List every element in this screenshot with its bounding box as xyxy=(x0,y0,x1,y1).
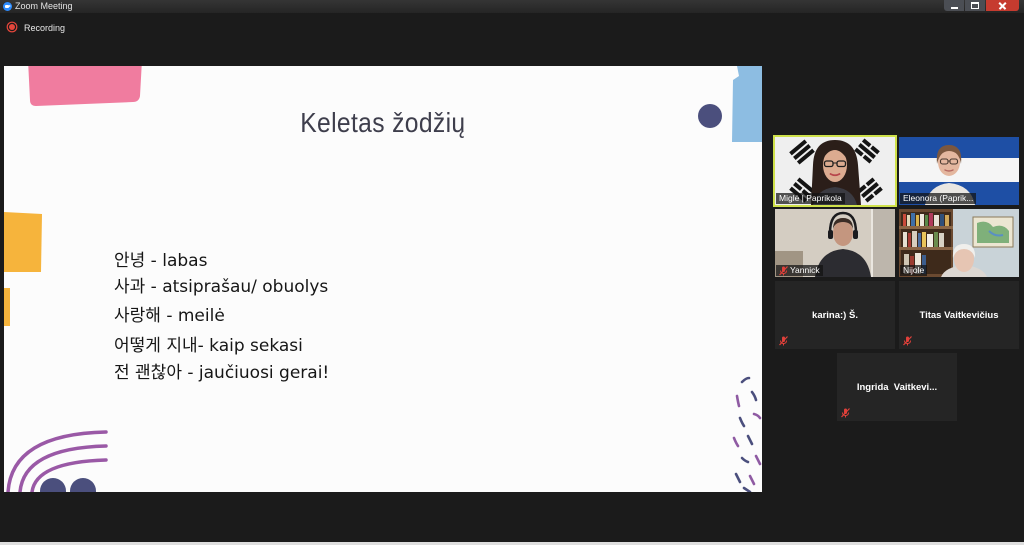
zoom-meeting-window: Zoom Meeting Recording Keletas žodžių 안녕… xyxy=(0,0,1024,545)
vocab-line: 사랑해 - meilė xyxy=(114,306,225,326)
minimize-button[interactable] xyxy=(944,0,964,11)
participant-tile-nijole[interactable]: Nijole xyxy=(899,209,1019,277)
participant-name: karina:) Š. xyxy=(812,309,858,321)
participant-name: Yannick xyxy=(790,265,820,275)
participant-name: Nijole xyxy=(903,265,925,275)
wall-picture xyxy=(972,216,1014,248)
microphone-muted-icon xyxy=(779,336,788,346)
participant-tile-ingrida[interactable]: Ingrida Vaitkevi... xyxy=(837,353,957,421)
pink-shape xyxy=(28,66,142,106)
vocab-line: 전 괜찮아 - jaučiuosi gerai! xyxy=(114,363,330,383)
microphone-muted-icon xyxy=(903,336,912,346)
participant-name-label: Yannick xyxy=(776,265,823,276)
participant-tile-titas[interactable]: Titas Vaitkevičius xyxy=(899,281,1019,349)
title-bar[interactable]: Zoom Meeting xyxy=(0,0,1024,13)
navy-circle-right xyxy=(70,478,96,492)
recording-label: Recording xyxy=(24,23,66,33)
microphone-muted-icon xyxy=(841,408,850,418)
participant-name-label: Eleonora (Paprik... xyxy=(900,193,977,204)
participant-name: Titas Vaitkevičius xyxy=(919,309,999,321)
participant-tile-karina[interactable]: karina:) Š. xyxy=(775,281,895,349)
maximize-icon xyxy=(971,2,979,9)
yellow-bar xyxy=(4,288,10,326)
close-icon xyxy=(998,1,1007,10)
minimize-icon xyxy=(950,6,958,9)
participant-tile-migle[interactable]: Miglė | Paprikola xyxy=(773,135,897,207)
recording-icon xyxy=(9,24,15,30)
participant-name: Ingrida Vaitkevi... xyxy=(856,381,938,393)
slide-title: Keletas žodžių xyxy=(4,104,762,142)
yellow-shape xyxy=(4,212,42,272)
maximize-button[interactable] xyxy=(965,0,985,11)
shared-screen-slide: Keletas žodžių 안녕 - labas 사과 - atsipraša… xyxy=(4,66,762,492)
participant-name: Miglė | Paprikola xyxy=(779,193,842,203)
dash-pattern xyxy=(732,376,762,492)
vocab-line: 사과 - atsiprašau/ obuolys xyxy=(114,277,329,297)
participant-name-label: Miglė | Paprikola xyxy=(776,193,845,204)
zoom-app-icon xyxy=(3,2,12,11)
participant-name: Eleonora (Paprik... xyxy=(903,193,974,203)
navy-circle-left xyxy=(40,478,66,492)
slide-title-text: Keletas žodžių xyxy=(300,107,466,138)
recording-indicator[interactable]: Recording xyxy=(8,22,68,35)
participant-name-label: Nijole xyxy=(900,265,928,276)
window-title: Zoom Meeting xyxy=(15,1,73,11)
participant-tile-eleonora[interactable]: Eleonora (Paprik... xyxy=(899,137,1019,205)
microphone-muted-icon xyxy=(779,265,788,275)
vocab-line: 안녕 - labas xyxy=(114,251,208,271)
participant-tile-yannick[interactable]: Yannick xyxy=(775,209,895,277)
vocab-line: 어떻게 지내- kaip sekasi xyxy=(114,336,303,356)
close-button[interactable] xyxy=(986,0,1019,11)
